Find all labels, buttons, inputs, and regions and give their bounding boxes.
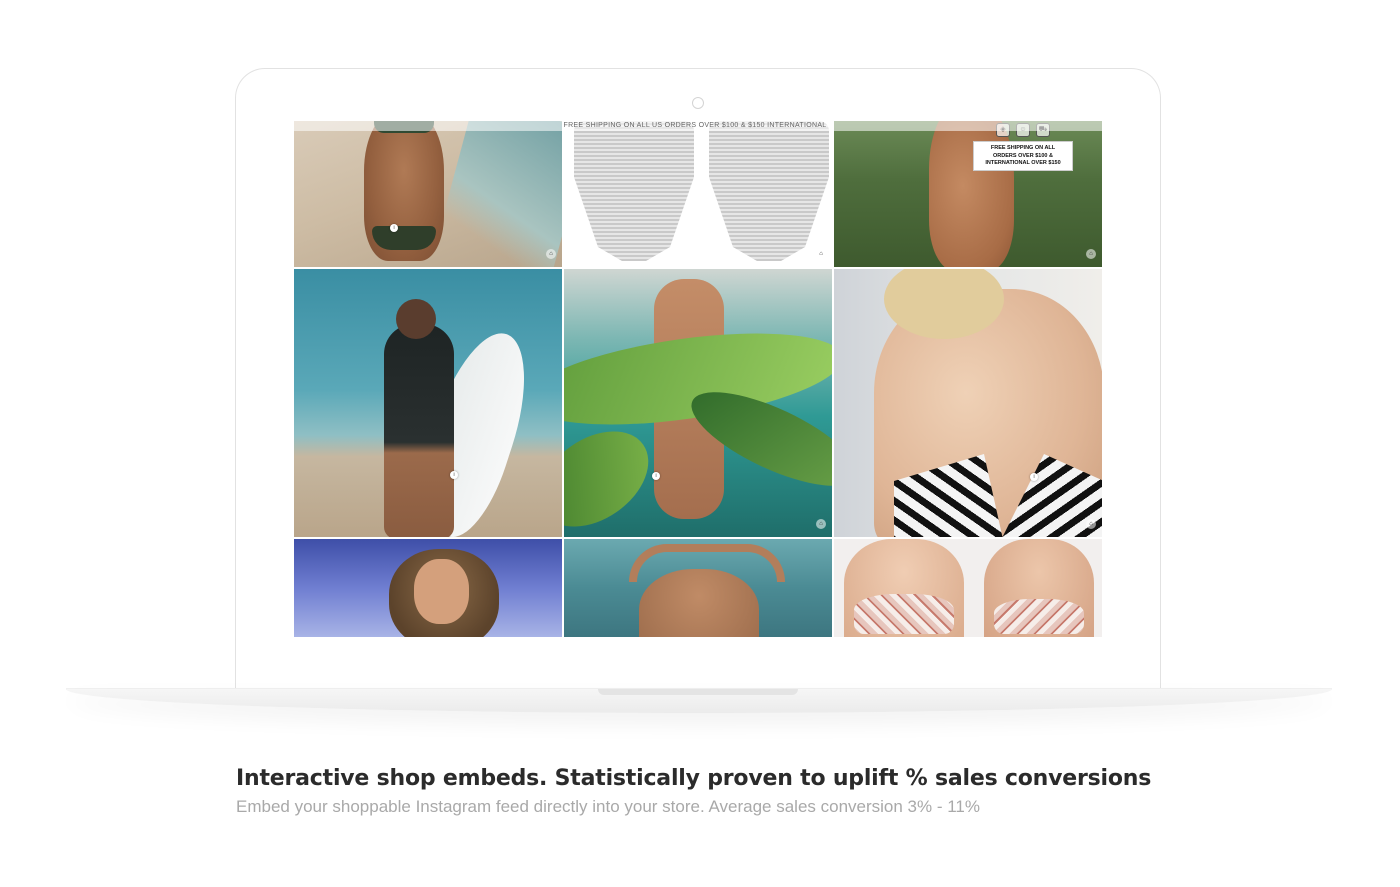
floral-bikini-tile[interactable] [834, 539, 1102, 637]
beach-bikini-tile[interactable]: i ⌂ [294, 121, 562, 267]
striped-top-tile[interactable]: i ⌂ [834, 269, 1102, 537]
surfer-tile[interactable]: i [294, 269, 562, 537]
laptop-screen: FREE SHIPPING ON ALL US ORDERS OVER $100… [287, 121, 1103, 637]
grass-bikini-tile[interactable]: ◈ ☺ ⛟ FREE SHIPPING ON ALL ORDERS OVER $… [834, 121, 1102, 267]
runway-tile[interactable] [294, 539, 562, 637]
product-tag-icon[interactable]: i [652, 472, 660, 480]
product-tag-icon[interactable]: i [450, 471, 458, 479]
shopping-bag-icon[interactable]: ⌂ [816, 249, 826, 259]
product-tag-icon[interactable]: i [390, 224, 398, 232]
shopping-bag-icon[interactable]: ⌂ [816, 519, 826, 529]
shopping-bag-icon[interactable]: ⌂ [1086, 519, 1096, 529]
laptop-notch [598, 689, 798, 695]
popup-line-3: INTERNATIONAL OVER $150 [985, 160, 1061, 166]
caption-subtitle: Embed your shoppable Instagram feed dire… [236, 797, 980, 816]
tropical-leaves-tile[interactable]: i ⌂ [564, 269, 832, 537]
ocean-back-tile[interactable] [564, 539, 832, 637]
popup-line-2: ORDERS OVER $100 & [993, 152, 1053, 159]
shipping-popup: FREE SHIPPING ON ALL ORDERS OVER $100 & … [973, 141, 1073, 171]
camera-icon [692, 97, 704, 109]
shopping-bag-icon[interactable]: ⌂ [546, 249, 556, 259]
product-tag-icon[interactable]: i [1030, 473, 1038, 481]
shipping-banner: FREE SHIPPING ON ALL US ORDERS OVER $100… [287, 121, 1103, 131]
swimsuit-product-tile[interactable]: ⌂ [564, 121, 832, 267]
shopping-bag-icon[interactable]: ⌂ [1086, 249, 1096, 259]
caption-title: Interactive shop embeds. Statistically p… [236, 766, 1152, 791]
popup-line-1: FREE SHIPPING ON ALL [990, 145, 1056, 151]
instagram-shop-grid: i ⌂ ⌂ ◈ ☺ ⛟ FREE SHIPPING ON ALL ORDERS … [294, 121, 1102, 637]
